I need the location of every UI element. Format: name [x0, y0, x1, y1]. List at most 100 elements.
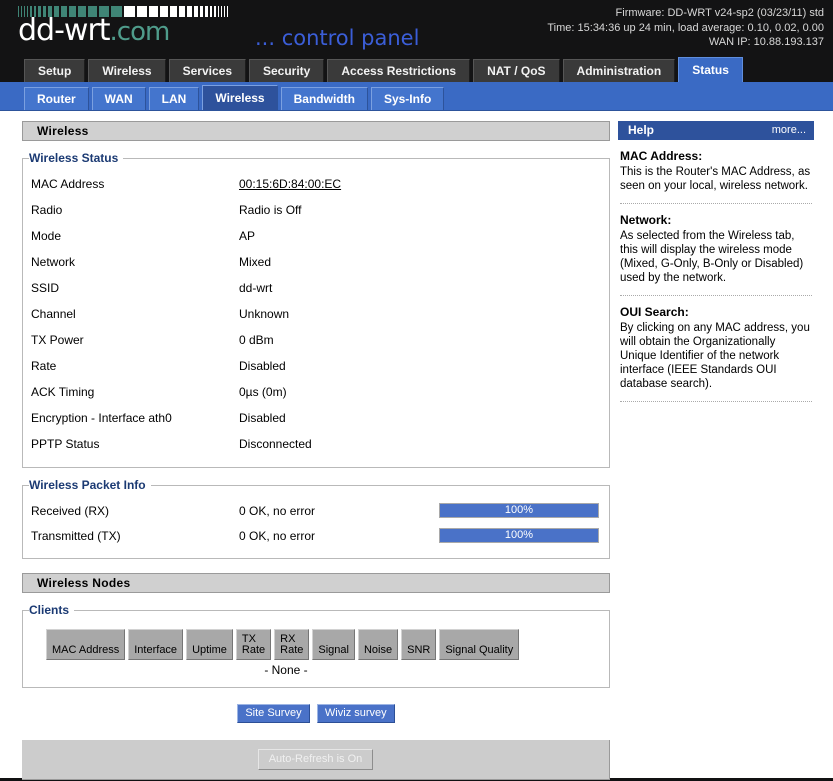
clients-column-header: Interface [128, 629, 184, 660]
status-row-value: Disabled [239, 359, 286, 373]
status-row-value: AP [239, 229, 256, 243]
help-panel: Help more... MAC Address: This is the Rou… [618, 121, 814, 411]
sub-tab-wan[interactable]: WAN [91, 87, 146, 110]
clients-column-header: Noise [357, 629, 399, 660]
status-row-label: TX Power [31, 333, 84, 347]
status-row: MAC Address 00:15:6D:84:00:EC [31, 171, 601, 197]
packet-success-bar-fill: 100% [440, 504, 598, 517]
site-survey-button[interactable]: Site Survey [237, 704, 310, 723]
help-term: OUI Search: [620, 305, 689, 319]
status-row-label: Rate [31, 359, 57, 373]
main-tab-nat-qos[interactable]: NAT / QoS [473, 59, 560, 82]
main-tab-administration[interactable]: Administration [562, 59, 676, 82]
help-more-link[interactable]: more... [772, 121, 806, 140]
status-row-value: Mixed [239, 255, 272, 269]
packet-info-row: Transmitted (TX) 0 OK, no error 100% [31, 523, 601, 548]
logo-bar-segment [187, 6, 192, 17]
main-tab-status[interactable]: Status [678, 57, 743, 82]
page-header: dd-wrt.com ... control panel Firmware: D… [0, 0, 833, 55]
status-row-label: Encryption - Interface ath0 [31, 411, 172, 425]
help-term: MAC Address: [620, 149, 703, 163]
status-row: Radio Radio is Off [31, 197, 601, 223]
status-row-label: MAC Address [31, 177, 105, 191]
logo-bar-segment [205, 6, 208, 17]
packet-info-label: Transmitted (TX) [31, 528, 121, 543]
main-tab-security[interactable]: Security [249, 59, 325, 82]
status-row: PPTP Status Disconnected [31, 431, 601, 457]
main-tab-setup[interactable]: Setup [24, 59, 86, 82]
logo-bar-segment [218, 6, 219, 17]
logo-bar-segment [194, 6, 198, 17]
sub-tab-lan[interactable]: LAN [148, 87, 200, 110]
clients-column-header: Signal Quality [439, 629, 520, 660]
status-row-value: Disabled [239, 411, 286, 425]
main-tab-access-restrictions[interactable]: Access Restrictions [327, 59, 471, 82]
status-row-value: 0 dBm [239, 333, 274, 347]
sub-tab-bar: Router WAN LAN Wireless Bandwidth Sys-Info [0, 82, 833, 111]
status-row-label: SSID [31, 281, 60, 295]
clients-column-header: RX Rate [274, 629, 310, 660]
help-panel-header: Help more... [618, 121, 814, 140]
clients-empty-text: - None - [264, 663, 308, 677]
wireless-status-panel: Wireless Status MAC Address 00:15:6D:84:0… [22, 151, 610, 468]
help-divider [620, 401, 812, 402]
page-footer: Auto-Refresh is On [22, 740, 610, 780]
status-row-value[interactable]: 00:15:6D:84:00:EC [239, 171, 601, 197]
main-tab-wireless[interactable]: Wireless [88, 59, 166, 82]
logo-bar-segment [200, 6, 203, 17]
status-row: ACK Timing 0µs (0m) [31, 379, 601, 405]
mac-address-link[interactable]: 00:15:6D:84:00:EC [239, 177, 341, 191]
main-tab-bar: Setup Wireless Services Security Access Rest… [0, 55, 833, 82]
wireless-section-title: Wireless [22, 121, 610, 141]
packet-info-value: 0 OK, no error [239, 528, 316, 543]
wan-ip-info: WAN IP: 10.88.193.137 [708, 36, 824, 48]
packet-info-panel: Wireless Packet Info Received (RX) 0 OK, … [22, 478, 610, 559]
status-row-label: Radio [31, 203, 63, 217]
clients-table: MAC Address Interface Uptime TX Rate RX Rate… [43, 629, 522, 660]
help-definition: This is the Router's MAC Address, as see… [620, 166, 811, 192]
status-row-value: 0µs (0m) [239, 385, 287, 399]
packet-info-bar-cell: 100% [439, 498, 601, 523]
help-term: Network: [620, 213, 672, 227]
time-info: Time: 15:34:36 up 24 min, load average: … [547, 21, 824, 34]
control-panel-tagline: ... control panel [255, 26, 420, 50]
help-definition: As selected from the Wireless tab, this … [620, 230, 804, 284]
help-title: Help [628, 123, 655, 137]
clients-column-header: Uptime [186, 629, 233, 660]
sub-tab-wireless[interactable]: Wireless [202, 85, 278, 110]
clients-column-header: SNR [401, 629, 437, 660]
status-row: Encryption - Interface ath0 Disabled [31, 405, 601, 431]
packet-info-label: Received (RX) [31, 503, 110, 518]
brand-domain-text: .com [109, 17, 171, 47]
help-definition: By clicking on any MAC address, you will… [620, 322, 810, 390]
logo-bar-segment [221, 6, 222, 17]
sub-tab-sys-info[interactable]: Sys-Info [370, 87, 445, 110]
clients-column-header: TX Rate [235, 629, 272, 660]
firmware-info: Firmware: DD-WRT v24-sp2 (03/23/11) std [615, 7, 824, 19]
help-divider [620, 203, 812, 204]
status-row-value: dd-wrt [239, 281, 273, 295]
status-row: Channel Unknown [31, 301, 601, 327]
main-tab-services[interactable]: Services [168, 59, 246, 82]
packet-info-bar-cell: 100% [439, 523, 601, 548]
packet-success-bar: 100% [439, 503, 599, 518]
packet-info-row: Received (RX) 0 OK, no error 100% [31, 498, 601, 523]
auto-refresh-button[interactable]: Auto-Refresh is On [257, 749, 374, 770]
packet-info-legend: Wireless Packet Info [29, 478, 146, 492]
status-row-value: Disconnected [239, 437, 312, 451]
logo-bar-segment [210, 6, 212, 17]
clients-column-header: MAC Address [46, 629, 126, 660]
status-row: SSID dd-wrt [31, 275, 601, 301]
wireless-nodes-section-title: Wireless Nodes [22, 573, 610, 593]
sub-tab-bandwidth[interactable]: Bandwidth [280, 87, 368, 110]
wireless-status-table: MAC Address 00:15:6D:84:00:EC Radio Radio i… [31, 171, 601, 457]
wireless-status-legend: Wireless Status [29, 151, 119, 165]
wiviz-survey-button[interactable]: Wiviz survey [316, 704, 395, 723]
sub-tab-router[interactable]: Router [24, 87, 89, 110]
status-row-value: Unknown [239, 307, 290, 321]
brand-name: dd-wrt.com [18, 16, 230, 48]
logo-bar-segment [170, 6, 177, 17]
help-divider [620, 295, 812, 296]
packet-info-table: Received (RX) 0 OK, no error 100% Transmitt… [31, 498, 601, 548]
status-row-label: Channel [31, 307, 76, 321]
